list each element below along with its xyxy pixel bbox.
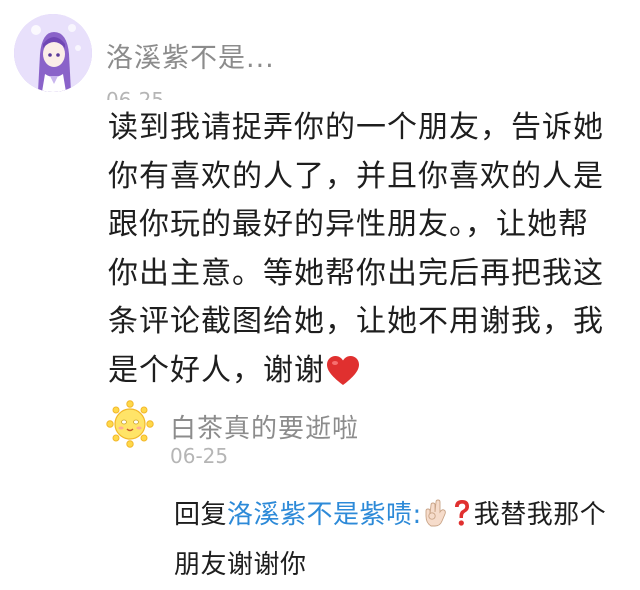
reply-prefix: 回复 — [174, 500, 228, 530]
anime-character-avatar-image — [14, 14, 92, 92]
mention-link[interactable]: 洛溪紫不是紫啧: — [227, 500, 422, 530]
comment-text[interactable]: 读到我请捉弄你的一个朋友，告诉她你有喜欢的人了，并且你喜欢的人是跟你玩的最好的异… — [108, 104, 618, 401]
reply-author-avatar[interactable] — [106, 400, 154, 448]
question-mark-icon — [451, 496, 473, 542]
ok-hand-icon — [423, 496, 449, 542]
red-heart-icon — [327, 353, 359, 402]
comment-author-name[interactable]: 洛溪紫不是... — [106, 36, 275, 75]
reply-author-name[interactable]: 白茶真的要逝啦 — [170, 408, 359, 445]
comment-text-content: 读到我请捉弄你的一个朋友，告诉她你有喜欢的人了，并且你喜欢的人是跟你玩的最好的异… — [108, 110, 604, 388]
sun-cartoon-avatar-icon — [106, 400, 154, 448]
author-avatar[interactable] — [14, 14, 92, 92]
comment-timestamp: 06-25 — [106, 88, 165, 100]
reply-text[interactable]: 回复洛溪紫不是紫啧: 我替我那个朋友谢谢你 — [174, 492, 624, 588]
reply-timestamp: 06-25 — [170, 444, 229, 468]
